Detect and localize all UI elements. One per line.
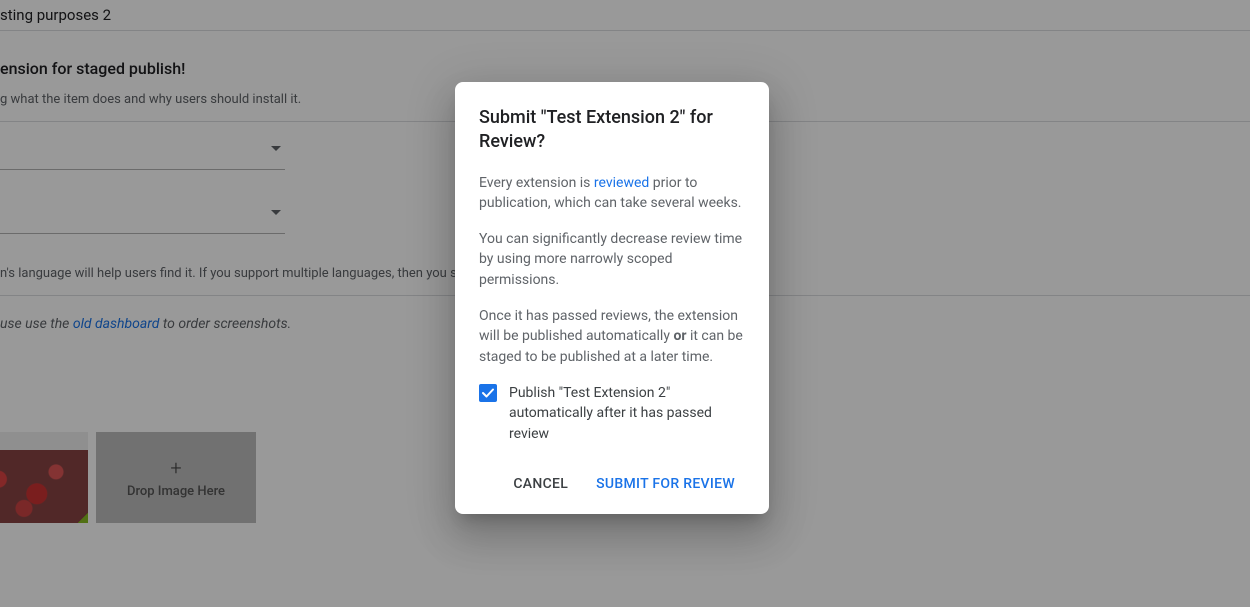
dialog-paragraph-1: Every extension is reviewed prior to pub…	[479, 173, 745, 214]
p3-bold: or	[673, 328, 686, 344]
dialog-actions: CANCEL SUBMIT FOR REVIEW	[479, 468, 745, 500]
dialog-paragraph-2: You can significantly decrease review ti…	[479, 229, 745, 290]
auto-publish-label: Publish "Test Extension 2" automatically…	[509, 383, 745, 444]
dialog-paragraph-3: Once it has passed reviews, the extensio…	[479, 306, 745, 367]
submit-for-review-button[interactable]: SUBMIT FOR REVIEW	[586, 468, 745, 500]
reviewed-link[interactable]: reviewed	[594, 175, 649, 191]
checkmark-icon	[481, 386, 495, 400]
dialog-title: Submit "Test Extension 2" for Review?	[479, 106, 745, 155]
auto-publish-checkbox[interactable]	[479, 384, 497, 402]
p1-pre: Every extension is	[479, 175, 594, 191]
auto-publish-row: Publish "Test Extension 2" automatically…	[479, 383, 745, 444]
submit-review-dialog: Submit "Test Extension 2" for Review? Ev…	[455, 82, 769, 514]
cancel-button[interactable]: CANCEL	[503, 468, 578, 500]
